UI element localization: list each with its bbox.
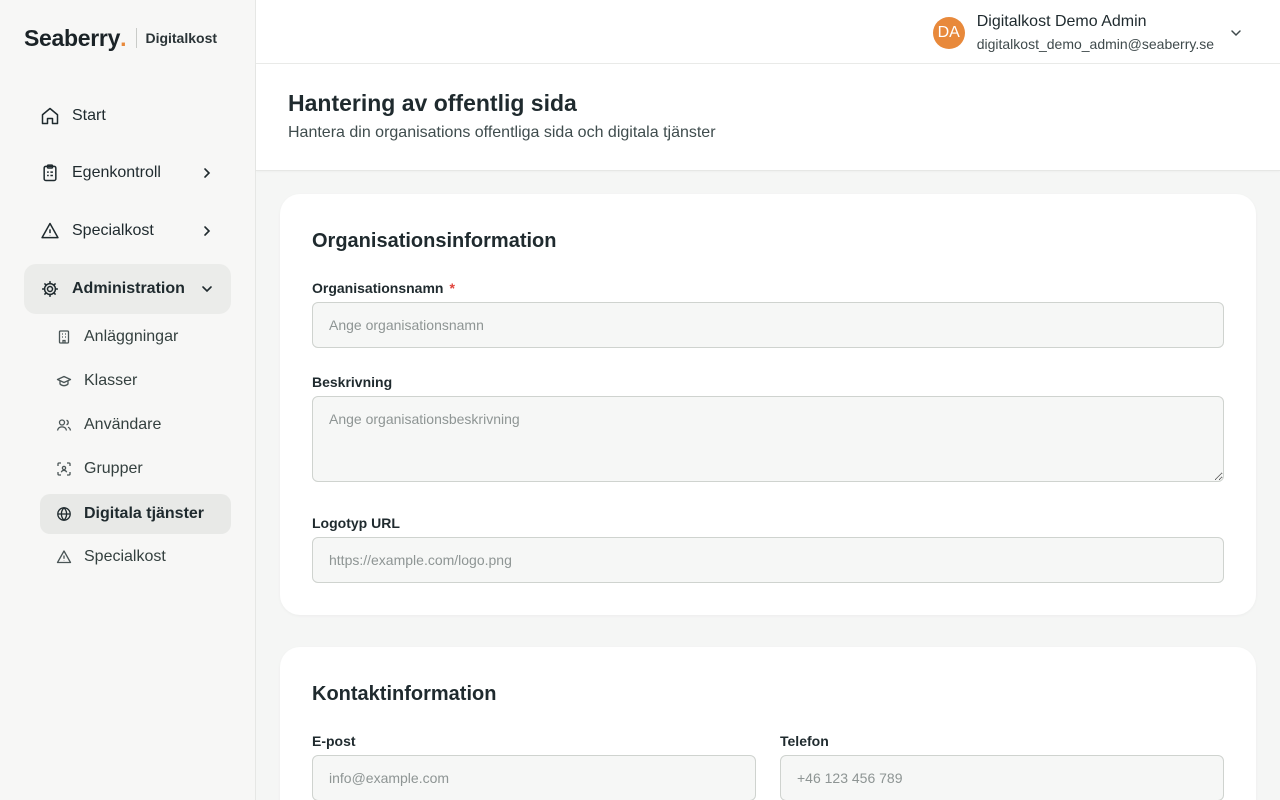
organisation-info-card: Organisationsinformation Organisationsna… [280,194,1256,615]
contact-info-card: Kontaktinformation E-post Telefon [280,647,1256,800]
brand-logo: Seaberry [24,24,121,51]
globe-icon [56,506,72,522]
topbar: DA Digitalkost Demo Admin digitalkost_de… [256,0,1280,64]
sidebar-item-digitala-tjanster[interactable]: Digitala tjänster [40,494,231,534]
chevron-right-icon [199,165,215,181]
page-subtitle: Hantera din organisations offentliga sid… [288,124,716,141]
sidebar-item-label: Specialkost [84,548,166,565]
chevron-down-icon [1228,25,1244,41]
user-info: Digitalkost Demo Admin digitalkost_demo_… [977,12,1214,53]
email-field[interactable] [312,755,756,800]
nav-label: Administration [72,280,185,297]
nav-item-administration[interactable]: Administration [24,264,231,314]
group-scan-icon [56,461,72,477]
home-icon [40,106,60,126]
gear-icon [40,279,60,299]
card-title: Kontaktinformation [312,683,497,705]
nav-item-start[interactable]: Start [24,91,231,141]
description-textarea[interactable] [312,396,1224,482]
nav-label: Start [72,107,106,124]
sidebar-item-label: Grupper [84,460,143,477]
organisation-name-label: Organisationsnamn * [312,280,455,296]
users-icon [56,417,72,433]
page-title: Hantering av offentlig sida [288,90,577,116]
nav-label: Egenkontroll [72,164,161,181]
label-text: Organisationsnamn [312,280,444,296]
email-label: E-post [312,733,356,749]
required-mark: * [449,280,455,296]
sidebar-item-anvandare[interactable]: Användare [40,405,231,445]
phone-label: Telefon [780,733,829,749]
chevron-right-icon [199,223,215,239]
nav-label: Specialkost [72,222,154,239]
building-icon [56,329,72,345]
sidebar-item-grupper[interactable]: Grupper [40,449,231,489]
user-email: digitalkost_demo_admin@seaberry.se [976,36,1214,52]
phone-field[interactable] [780,755,1224,800]
card-title: Organisationsinformation [312,230,557,252]
page-header: Hantering av offentlig sida Hantera din … [256,64,1280,171]
sidebar-item-anlaggningar[interactable]: Anläggningar [40,317,231,357]
sidebar-item-klasser[interactable]: Klasser [40,361,231,401]
sidebar: Seaberry. Digitalkost Start Egenkontroll… [0,0,256,800]
warning-icon [56,549,72,565]
chevron-down-icon [199,281,215,297]
description-label: Beskrivning [312,374,393,390]
sidebar-item-specialkost[interactable]: Specialkost [40,537,231,577]
brand-divider [136,28,138,48]
user-menu[interactable]: DA Digitalkost Demo Admin digitalkost_de… [932,12,1244,53]
organisation-name-input[interactable] [312,302,1224,348]
user-name: Digitalkost Demo Admin [976,13,1147,30]
sidebar-item-label: Digitala tjänster [84,505,205,522]
graduation-cap-icon [56,373,72,389]
clipboard-icon [40,163,60,183]
warning-icon [40,221,60,241]
sidebar-item-label: Användare [84,416,162,433]
nav-item-specialkost[interactable]: Specialkost [24,206,231,256]
avatar: DA [932,16,965,49]
logo-url-input[interactable] [312,537,1224,583]
sidebar-item-label: Klasser [84,372,138,389]
logo-url-label: Logotyp URL [312,515,400,531]
brand-product: Digitalkost [145,30,218,46]
brand[interactable]: Seaberry. Digitalkost [24,22,217,54]
sidebar-item-label: Anläggningar [84,328,179,345]
nav-item-egenkontroll[interactable]: Egenkontroll [24,148,231,198]
brand-dot: . [120,24,127,51]
